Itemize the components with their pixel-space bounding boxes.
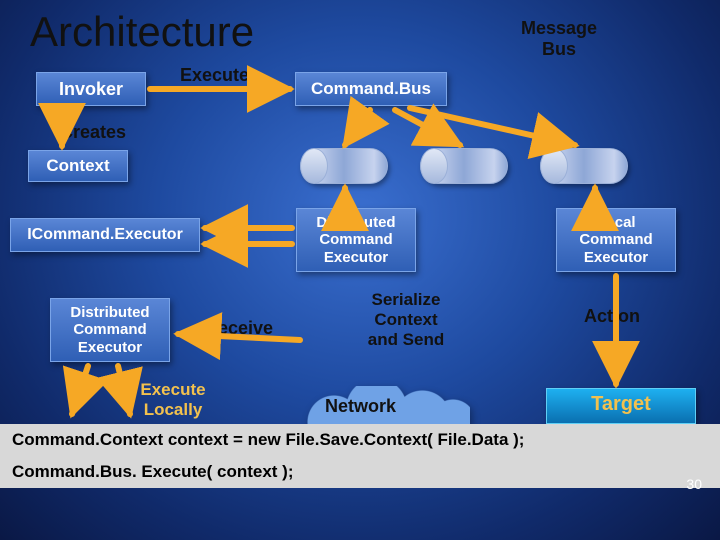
queue-cylinder-3 <box>540 148 628 184</box>
slide-title: Architecture <box>30 8 254 56</box>
code-line-2: Command.Bus. Execute( context ); <box>12 462 708 482</box>
distributed-cmd-executor-box: Distributed Command Executor <box>296 208 416 272</box>
arrow-bus-to-q1 <box>345 110 370 145</box>
distributed-cmd-executor2-box: Distributed Command Executor <box>50 298 170 362</box>
code-band: Command.Context context = new File.Save.… <box>0 424 720 488</box>
local-cmd-executor-box: Local Command Executor <box>556 208 676 272</box>
creates-label: Creates <box>60 122 126 143</box>
network-label: Network <box>325 396 396 417</box>
code-line-1: Command.Context context = new File.Save.… <box>12 430 708 450</box>
context-box: Context <box>28 150 128 182</box>
target-box: Target <box>546 388 696 424</box>
serialize-label: Serialize Context and Send <box>346 290 466 350</box>
execute-locally-label: Execute Locally <box>128 380 218 420</box>
message-bus-label: Message Bus <box>494 18 624 59</box>
arrow-exec-locally-1 <box>72 366 88 414</box>
invoker-box: Invoker <box>36 72 146 106</box>
receive-label: Receive <box>205 318 273 339</box>
execute-label: Execute <box>180 65 249 86</box>
queue-cylinder-1 <box>300 148 388 184</box>
arrow-bus-to-q2 <box>395 110 460 145</box>
action-label: Action <box>584 306 640 327</box>
page-number: 30 <box>686 476 702 492</box>
queue-cylinder-2 <box>420 148 508 184</box>
command-bus-box: Command.Bus <box>295 72 447 106</box>
icommand-executor-box: ICommand.Executor <box>10 218 200 252</box>
arrow-bus-to-q3 <box>410 108 575 145</box>
